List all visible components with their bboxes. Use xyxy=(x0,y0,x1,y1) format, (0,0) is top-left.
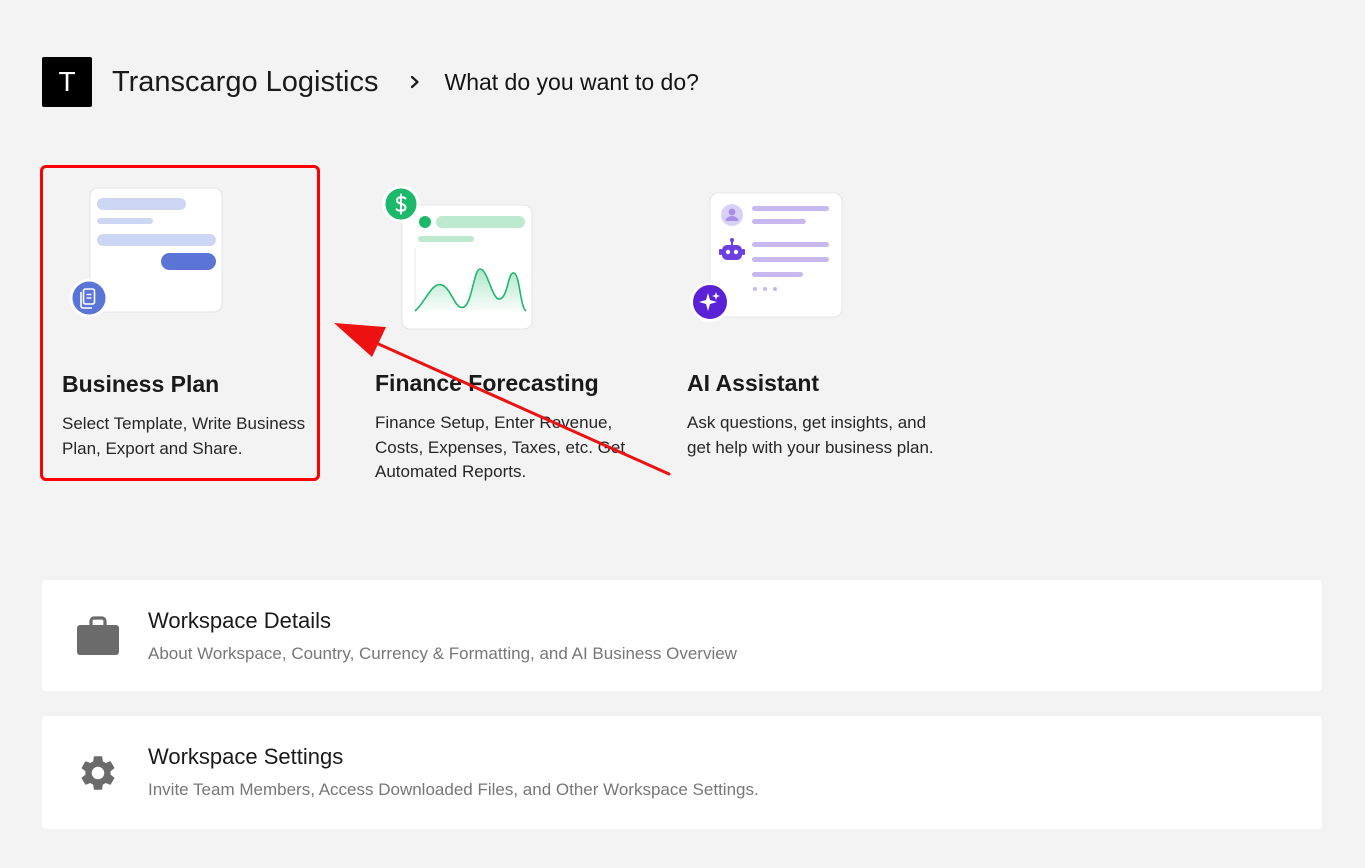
workspace-details-subtitle: About Workspace, Country, Currency & For… xyxy=(148,644,737,663)
ai-assistant-card[interactable]: AI Assistant Ask questions, get insights… xyxy=(667,165,947,483)
header: T Transcargo Logistics What do you want … xyxy=(42,57,699,107)
finance-forecasting-title: Finance Forecasting xyxy=(375,370,599,396)
workspace-logo-letter: T xyxy=(58,66,76,97)
workspace-settings-row[interactable]: Workspace Settings Invite Team Members, … xyxy=(42,716,1322,829)
page: T Transcargo Logistics What do you want … xyxy=(0,0,1365,868)
business-plan-card[interactable]: Business Plan Select Template, Write Bus… xyxy=(40,165,320,481)
workspace-name[interactable]: Transcargo Logistics xyxy=(112,66,378,99)
workspace-logo[interactable]: T xyxy=(42,57,92,107)
sparkle-icon xyxy=(690,282,730,322)
workspace-settings-title: Workspace Settings xyxy=(148,744,344,769)
workspace-settings-subtitle: Invite Team Members, Access Downloaded F… xyxy=(148,780,759,799)
finance-forecasting-illustration xyxy=(401,204,533,330)
finance-forecasting-card[interactable]: Finance Forecasting Finance Setup, Enter… xyxy=(355,165,635,483)
chevron-right-icon xyxy=(408,75,422,89)
business-plan-title: Business Plan xyxy=(62,371,220,397)
document-icon xyxy=(69,278,109,318)
briefcase-icon xyxy=(77,616,119,655)
workspace-details-row[interactable]: Workspace Details About Workspace, Count… xyxy=(42,580,1322,691)
page-title: What do you want to do? xyxy=(444,68,699,95)
gear-icon xyxy=(81,756,115,790)
ai-assistant-description: Ask questions, get insights, and get hel… xyxy=(687,413,934,457)
dollar-icon xyxy=(382,185,420,223)
ai-assistant-title: AI Assistant xyxy=(687,370,820,396)
workspace-details-title: Workspace Details xyxy=(148,608,331,633)
business-plan-description: Select Template, Write Business Plan, Ex… xyxy=(62,414,306,458)
finance-forecasting-description: Finance Setup, Enter Revenue, Costs, Exp… xyxy=(375,413,626,481)
